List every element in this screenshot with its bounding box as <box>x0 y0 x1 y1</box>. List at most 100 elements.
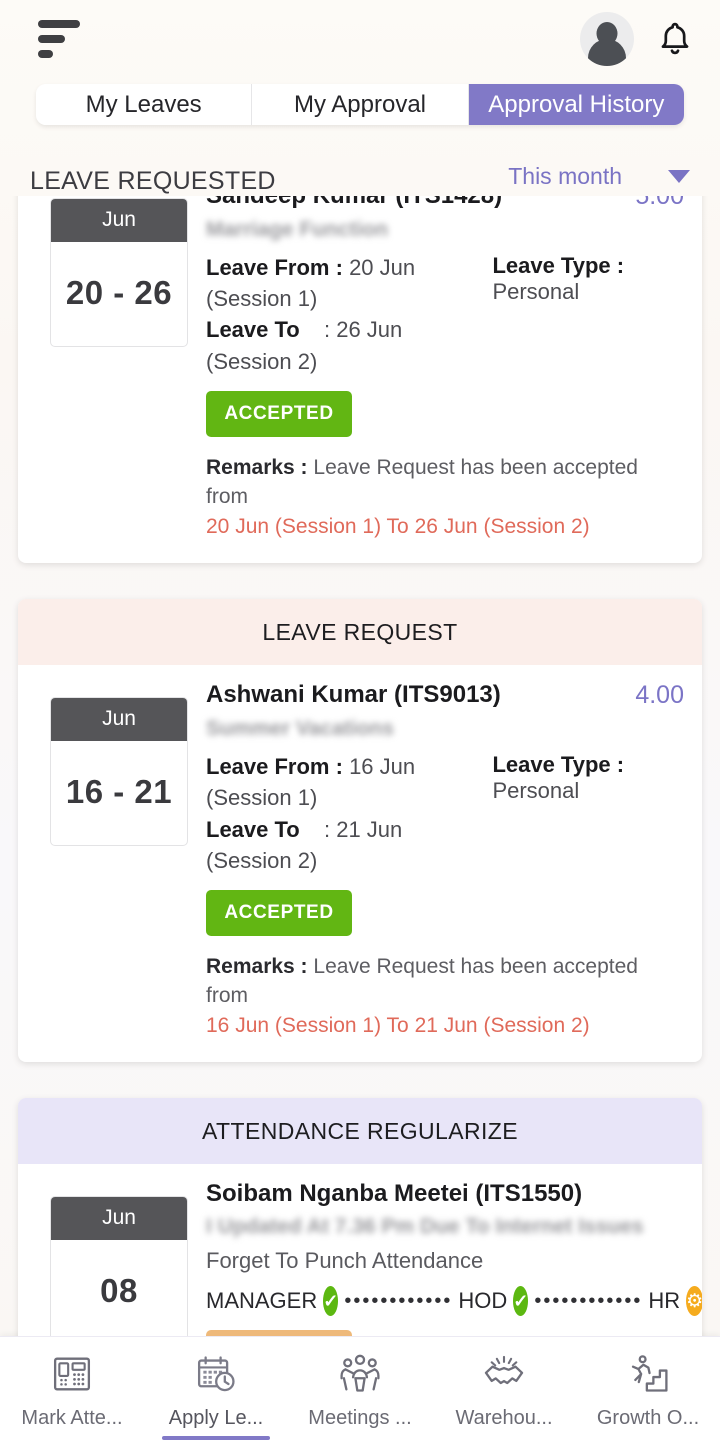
tab-label: My Approval <box>293 90 427 118</box>
leave-from-label: Leave From : <box>206 255 343 280</box>
remarks: Remarks : Leave Request has been accepte… <box>206 453 684 541</box>
hamburger-bar <box>38 20 80 28</box>
request-card[interactable]: ATTENDANCE REGULARIZE Jun 08 Soibam Ngan… <box>18 1098 702 1336</box>
user-avatar-icon[interactable] <box>580 12 634 66</box>
tab-my-leaves[interactable]: My Leaves <box>36 84 253 125</box>
date-badge-month: Jun <box>51 698 187 742</box>
stairs-runner-icon <box>631 1355 668 1392</box>
remarks-label: Remarks : <box>206 955 308 979</box>
tab-label: My Leaves <box>85 90 202 118</box>
chain-role-manager: MANAGER <box>206 1288 318 1314</box>
nav-item-meetings[interactable]: Meetings ... <box>288 1337 432 1440</box>
date-badge-month: Jun <box>51 1197 187 1241</box>
chain-role-hod: HOD <box>458 1288 508 1314</box>
avatar-body <box>588 39 626 66</box>
period-filter[interactable]: This month <box>508 163 690 196</box>
notification-bell-icon[interactable] <box>656 19 694 59</box>
status-badge[interactable]: ACCEPTED <box>206 390 352 437</box>
card-top-row: Soibam Nganba Meetei (ITS1550) <box>206 1180 684 1208</box>
attendance-machine-icon <box>53 1357 91 1391</box>
leave-type-label: Leave Type : <box>492 253 625 278</box>
leave-dates: Leave From : 20 Jun (Session 1) Leave To… <box>206 252 684 377</box>
nav-item-apply-leave[interactable]: Apply Le... <box>144 1337 288 1440</box>
calendar-clock-icon <box>197 1356 235 1392</box>
leave-dates: Leave From : 16 Jun (Session 1) Leave To… <box>206 751 684 876</box>
days-count: 5.00 <box>635 196 684 210</box>
check-circle-icon: ✓ <box>323 1286 339 1317</box>
date-badge-days: 08 <box>100 1272 138 1310</box>
tab-bar: My Leaves My Approval Approval History <box>36 84 684 125</box>
attendance-reason: Forget To Punch Attendance <box>206 1248 484 1274</box>
card-body: Jun 16 - 21 Ashwani Kumar (ITS9013) 4.00… <box>18 665 702 1062</box>
leave-from-label: Leave From : <box>206 754 343 780</box>
date-badge-days: 16 - 21 <box>65 773 173 811</box>
chain-role-hr: HR <box>648 1288 681 1314</box>
leave-type-label: Leave Type : <box>492 752 625 778</box>
chevron-down-icon[interactable] <box>668 170 690 183</box>
hamburger-bar <box>38 50 53 58</box>
tab-my-approval[interactable]: My Approval <box>252 84 469 125</box>
app-screen: My Leaves My Approval Approval History L… <box>0 0 720 1440</box>
status-badge[interactable]: ACCEPTED <box>206 890 352 937</box>
request-list-scroller: Jun 20 - 26 Sandeep Kumar (ITS1428) 5.00… <box>18 196 702 1336</box>
remarks-range: 16 Jun (Session 1) To 21 Jun (Session 2) <box>206 1013 590 1037</box>
employee-name: Ashwani Kumar (ITS9013) <box>206 681 501 709</box>
card-details: Sandeep Kumar (ITS1428) 5.00 Marriage Fu… <box>200 196 684 541</box>
leave-type: Leave Type : Personal <box>492 751 684 876</box>
date-badge: Jun 20 - 26 <box>50 198 188 347</box>
date-badge-days: 20 - 26 <box>65 274 173 311</box>
remarks-range: 20 Jun (Session 1) To 26 Jun (Session 2) <box>206 514 590 538</box>
request-list[interactable]: Jun 20 - 26 Sandeep Kumar (ITS1428) 5.00… <box>0 196 720 1336</box>
leave-dates-left: Leave From : 20 Jun (Session 1) Leave To… <box>206 252 484 377</box>
attendance-note: I Updated At 7.36 Pm Due To Internet Iss… <box>206 1215 644 1239</box>
remarks-label: Remarks : <box>206 455 308 479</box>
date-badge-month: Jun <box>51 199 187 242</box>
leave-type: Leave Type : Personal <box>492 252 684 377</box>
section-header: LEAVE REQUESTED This month <box>0 125 720 196</box>
nav-label: Apply Le... <box>168 1407 264 1429</box>
approval-chain: MANAGER ✓ •••••••••••• HOD ✓ •••••••••••… <box>206 1286 702 1317</box>
employee-name: Soibam Nganba Meetei (ITS1550) <box>206 1180 583 1208</box>
chain-connector: •••••••••••• <box>344 1289 453 1312</box>
leave-to-label: Leave To <box>206 317 300 343</box>
tab-label: Approval History <box>488 90 665 118</box>
date-badge: Jun 16 - 21 <box>50 697 188 847</box>
remarks: Remarks : Leave Request has been accepte… <box>206 952 684 1040</box>
card-top-row: Sandeep Kumar (ITS1428) 5.00 <box>206 196 684 211</box>
nav-label: Mark Atte... <box>21 1407 123 1429</box>
request-card[interactable]: LEAVE REQUEST Jun 16 - 21 Ashwani Kumar … <box>18 599 702 1063</box>
card-details: Soibam Nganba Meetei (ITS1550) I Updated… <box>200 1180 702 1336</box>
status-badge[interactable]: PENDING <box>206 1330 352 1336</box>
nav-label: Growth O... <box>596 1407 700 1429</box>
leave-type-value: Personal <box>492 778 580 804</box>
period-filter-value[interactable]: This month <box>508 163 622 190</box>
nav-item-mark-attendance[interactable]: Mark Atte... <box>0 1337 144 1440</box>
card-body: Jun 20 - 26 Sandeep Kumar (ITS1428) 5.00… <box>18 196 702 563</box>
leave-reason: Marriage Function <box>206 218 389 241</box>
leave-to-label: Leave To <box>206 816 300 842</box>
leave-type-value: Personal <box>492 279 580 304</box>
chain-connector: •••••••••••• <box>534 1289 643 1312</box>
days-count: 4.00 <box>635 681 684 710</box>
nav-item-growth[interactable]: Growth O... <box>576 1337 720 1440</box>
card-body: Jun 08 Soibam Nganba Meetei (ITS1550) I … <box>18 1164 702 1336</box>
hamburger-icon[interactable] <box>38 20 80 58</box>
nav-item-warehouse[interactable]: Warehou... <box>432 1337 576 1440</box>
top-bar <box>0 0 720 78</box>
handshake-icon <box>484 1355 524 1385</box>
card-header: LEAVE REQUEST <box>18 599 702 666</box>
gear-icon: ⚙ <box>686 1286 702 1317</box>
check-circle-icon: ✓ <box>513 1286 529 1317</box>
card-details: Ashwani Kumar (ITS9013) 4.00 Summer Vaca… <box>200 681 684 1040</box>
page-title: LEAVE REQUESTED <box>30 167 276 195</box>
employee-name: Sandeep Kumar (ITS1428) <box>206 196 502 210</box>
people-group-icon <box>340 1354 380 1392</box>
top-bar-actions <box>580 12 694 66</box>
nav-label: Warehou... <box>455 1407 553 1429</box>
request-card[interactable]: Jun 20 - 26 Sandeep Kumar (ITS1428) 5.00… <box>18 196 702 564</box>
tab-approval-history[interactable]: Approval History <box>468 84 684 125</box>
bottom-navigation: Mark Atte... Apply Le... Meetings ... Wa… <box>0 1336 720 1440</box>
leave-reason: Summer Vacations <box>206 717 394 741</box>
card-header: ATTENDANCE REGULARIZE <box>18 1098 702 1165</box>
leave-dates-left: Leave From : 16 Jun (Session 1) Leave To… <box>206 751 484 876</box>
